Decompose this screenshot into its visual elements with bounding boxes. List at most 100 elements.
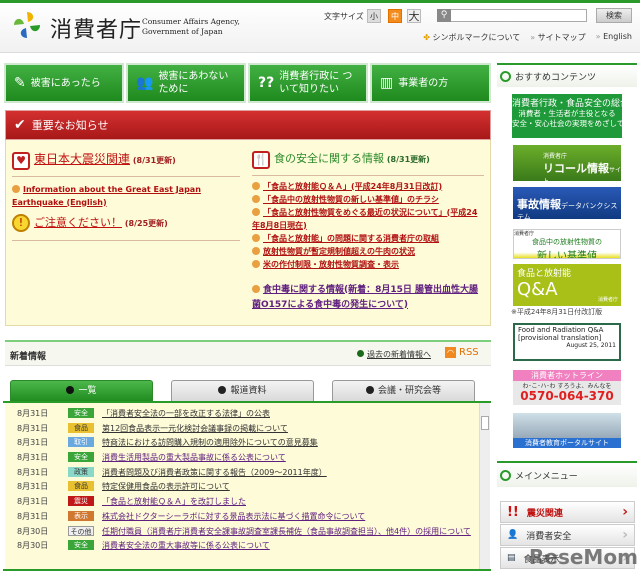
news-link[interactable]: 特商法における訪問購入規制の適用除外についての意見募集 — [102, 437, 472, 449]
font-size-large[interactable]: 大 — [407, 9, 421, 23]
news-date: 8月31日 — [17, 409, 49, 418]
logo-english: Consumer Affairs Agency, Government of Ja… — [142, 17, 240, 37]
category-tag: 食品 — [68, 481, 94, 492]
nav-label: 消費者行政に ついて知りたい — [279, 71, 353, 95]
news-title: 新着情報 — [10, 352, 47, 362]
exclamation-icon: !! — [507, 504, 519, 520]
arrow-icon — [365, 386, 374, 394]
sitemap-link[interactable]: サイトマップ — [530, 32, 586, 43]
nav-consumer-admin[interactable]: ?? 消費者行政に ついて知りたい — [248, 63, 368, 103]
news-list: 8月31日 安全 「消費者安全法の一部を改正する法律」の公表 8月31日 食品 第12回食… — [5, 403, 479, 569]
tab-label: 会議・研究会等 — [377, 386, 441, 396]
chevron-right-icon: › — [622, 504, 628, 520]
banner-food-radiation-qa[interactable]: 食品と放射能 Q&A 消費者庁 — [513, 264, 621, 306]
search-input[interactable] — [437, 9, 587, 22]
bullet-icon — [252, 194, 260, 203]
news-link[interactable]: 特定保健用食品の表示許可について — [102, 481, 472, 493]
symbol-mark-logo-icon[interactable] — [12, 10, 42, 40]
caution-link[interactable]: ご注意ください！ — [34, 216, 122, 229]
news-date: 8月31日 — [17, 511, 49, 521]
food-link-3[interactable]: 「食品と放射性物質をめぐる最近の状況について」(平成24年8月8日現在) — [252, 206, 484, 232]
banner-title: Food and Radiation Q&A — [518, 326, 604, 334]
logo-title[interactable]: 消費者庁 — [50, 12, 142, 44]
menu-label: 消費者安全 — [526, 531, 572, 542]
banner-food-radiation-english[interactable]: Food and Radiation Q&A [provisional trans… — [513, 323, 621, 361]
earthquake-english-link[interactable]: Information about the Great East Japan E… — [12, 183, 240, 209]
nav-label: 被害にあわない ために — [158, 71, 229, 95]
tab-all[interactable]: 一覧 — [10, 380, 153, 402]
news-link[interactable]: 消費生活用製品の重大製品事故に係る公表について — [102, 452, 472, 464]
news-link[interactable]: 消費者問題及び消費者政策に関する報告（2009～2011年度） — [102, 467, 472, 479]
circle-icon — [500, 70, 511, 82]
news-row: 8月31日 食品 特定保健用食品の表示許可について — [5, 479, 479, 494]
font-size-medium[interactable]: 中 — [388, 9, 402, 23]
english-link[interactable]: English — [596, 32, 632, 43]
search-button[interactable]: 検索 — [596, 8, 632, 23]
news-link[interactable]: 「食品と放射能Ｑ＆Ａ」を改訂しました — [102, 496, 472, 508]
news-link[interactable]: 消費者安全法の重大事故等に係る公表について — [102, 540, 472, 552]
right-sidebar: おすすめコンテンツ 消費者行政・食品安全の総合案内消費者・生活者が主役となる安全… — [497, 63, 638, 577]
logo-en-line2: Government of Japan — [142, 27, 223, 36]
news-date: 8月31日 — [17, 423, 49, 433]
food-link-2[interactable]: 「食品中の放射性物質の新しい基準値」のチラシ — [252, 193, 484, 206]
scroll-thumb[interactable] — [481, 416, 489, 430]
banner-accident-databank[interactable]: 事故情報データバンクシステム — [513, 187, 621, 219]
nav-prevent-harm[interactable]: 👥 被害にあわない ために — [126, 63, 246, 103]
past-news-link[interactable]: 過去の新着情報へ — [357, 349, 431, 360]
link-text: 「食品と放射能Ｑ＆Ａ」(平成24年8月31日改訂) — [263, 181, 443, 191]
category-tag: 震災 — [68, 496, 94, 507]
arrow-icon — [357, 350, 364, 357]
category-tag: 安全 — [68, 540, 94, 551]
font-size-small[interactable]: 小 — [367, 9, 381, 23]
news-date: 8月31日 — [17, 467, 49, 477]
link-text: 「食品中の放射性物質の新しい基準値」のチラシ — [263, 194, 439, 204]
banner-education-portal[interactable]: 消費者教育ポータルサイト — [513, 413, 621, 448]
link-text: 食中毒に関する情報(新着：8月15日 腸管出血性大腸菌O157による食中毒の発生… — [252, 284, 479, 310]
category-tag: 安全 — [68, 452, 94, 463]
news-link[interactable]: 任期付職員（消費者庁消費者安全課事故調査室課長補佐（食品事故調査担当）、他4件）… — [102, 526, 472, 538]
update-date: (8/25更新) — [124, 218, 168, 228]
tab-press-releases[interactable]: 報道資料 — [171, 380, 314, 402]
food-link-4[interactable]: 「食品と放射能」の問題に関する消費者庁の取組 — [252, 232, 484, 245]
food-link-6[interactable]: 米の作付制限・放射性物質調査・表示 — [252, 258, 484, 271]
banner-new-standards[interactable]: 消費者庁 食品中の放射性物質の 新しい基準値 — [513, 229, 621, 259]
main-menu-title: メインメニュー — [515, 471, 578, 482]
food-link-5[interactable]: 放射性物質が暫定規制値超えの牛肉の状況 — [252, 245, 484, 258]
news-date: 8月30日 — [17, 541, 49, 551]
food-link-1[interactable]: 「食品と放射能Ｑ＆Ａ」(平成24年8月31日改訂) — [252, 180, 484, 193]
category-tag: その他 — [68, 525, 94, 536]
news-scrollbar[interactable] — [479, 403, 490, 569]
bullet-icon — [252, 207, 260, 216]
person-icon: 👤 — [507, 530, 519, 540]
news-link[interactable]: 第12回食品表示一元化検討会議事録の掲載について — [102, 423, 472, 435]
banner-consumer-hotline[interactable]: 消費者ホットライン わ･こ･ハ･わ すろうよ、みんなを 0570-064-370 — [513, 370, 621, 405]
category-tag: 食品 — [68, 422, 94, 433]
rss-link[interactable]: ◠ RSS — [445, 347, 479, 358]
food-poisoning-link[interactable]: 食中毒に関する情報(新着：8月15日 腸管出血性大腸菌O157による食中毒の発生… — [252, 283, 484, 313]
banner-line: 消費者・生活者が主役となる — [518, 109, 616, 118]
banner-recall[interactable]: 消費者庁リコール情報サイト — [513, 145, 621, 181]
menu-disaster[interactable]: !! 震災関連 › — [500, 501, 635, 523]
news-row: 8月31日 震災 「食品と放射能Ｑ＆Ａ」を改訂しました — [5, 494, 479, 509]
news-link[interactable]: 株式会社ドクターシーラボに対する景品表示法に基づく措置命令について — [102, 511, 472, 523]
tab-meetings[interactable]: 会議・研究会等 — [332, 380, 475, 402]
nav-businesses[interactable]: ▥ 事業者の方 — [370, 63, 491, 103]
update-date: (8/31更新) — [132, 156, 176, 165]
menu-consumer-safety[interactable]: 👤 消費者安全 › — [500, 524, 635, 546]
news-date: 8月31日 — [17, 453, 49, 463]
news-bottom-line — [3, 569, 491, 571]
hotline-number: 0570-064-370 — [520, 389, 614, 403]
category-tag: 政策 — [68, 466, 94, 477]
banner-small: 消費者庁 — [597, 297, 618, 303]
news-link[interactable]: 「消費者安全法の一部を改正する法律」の公表 — [102, 408, 472, 420]
fork-knife-icon: 🍴 — [252, 150, 270, 169]
circle-icon — [500, 469, 511, 481]
important-notice-header: ✔ 重要なお知らせ — [5, 110, 491, 140]
menu-label: 震災関連 — [526, 508, 563, 519]
nav-if-harmed[interactable]: ✎ 被害にあったら — [4, 63, 124, 103]
news-date: 8月31日 — [17, 497, 49, 507]
banner-title: リコール情報 — [543, 162, 609, 175]
earthquake-link[interactable]: 東日本大震災関連 — [34, 152, 130, 166]
banner-consumer-guide[interactable]: 消費者行政・食品安全の総合案内消費者・生活者が主役となる安全・安心社会の実現をめ… — [512, 94, 622, 138]
symbol-mark-link[interactable]: シンボルマークについて — [423, 32, 520, 43]
